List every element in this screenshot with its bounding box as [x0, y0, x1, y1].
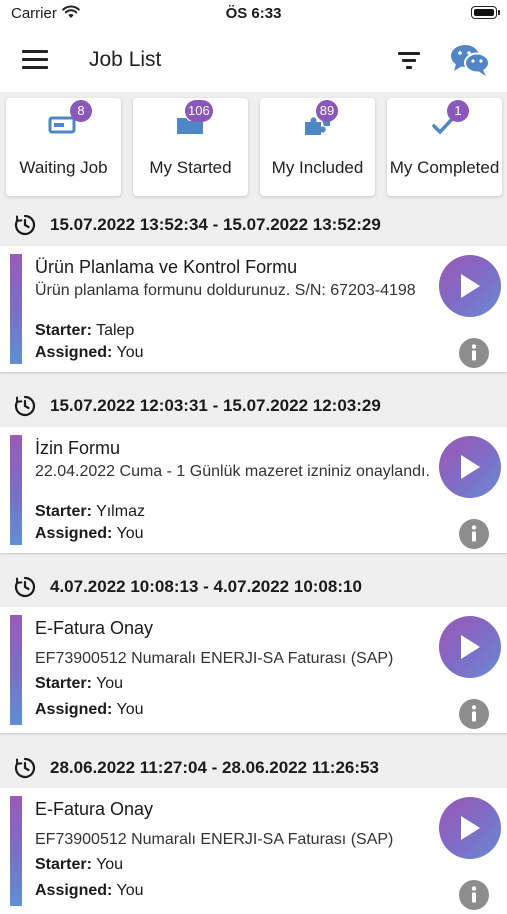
job-color-stripe [10, 796, 22, 906]
info-icon[interactable] [459, 880, 489, 910]
job-title: E-Fatura Onay [35, 799, 154, 819]
job-card[interactable]: İzin Formu 22.04.2022 Cuma - 1 Günlük ma… [0, 427, 507, 553]
tile-waiting-job[interactable]: 8 Waiting Job [6, 98, 121, 196]
info-icon[interactable] [459, 699, 489, 729]
date-range: 28.06.2022 11:27:04 - 28.06.2022 11:26:5… [50, 758, 379, 777]
filter-icon[interactable] [398, 50, 422, 70]
battery-icon [471, 6, 500, 19]
job-title: Ürün Planlama ve Kontrol Formu [35, 257, 298, 277]
date-range: 15.07.2022 12:03:31 - 15.07.2022 12:03:2… [50, 396, 381, 415]
job-description: EF73900512 Numaralı ENERJI-SA Faturası (… [35, 831, 394, 848]
job-title: İzin Formu [35, 438, 121, 458]
timer-icon [14, 214, 36, 236]
job-card[interactable]: Ürün Planlama ve Kontrol Formu Ürün plan… [0, 246, 507, 372]
date-group-header: 4.07.2022 10:08:13 - 4.07.2022 10:08:10 [0, 566, 507, 608]
tile-label-my-completed: My Completed [389, 158, 500, 177]
job-card[interactable]: E-Fatura Onay EF73900512 Numaralı ENERJI… [0, 607, 507, 733]
badge-my-completed: 1 [447, 100, 469, 122]
start-job-button[interactable] [439, 797, 501, 859]
start-job-button[interactable] [439, 436, 501, 498]
job-card[interactable]: E-Fatura Onay EF73900512 Numaralı ENERJI… [0, 788, 507, 914]
tile-label-waiting-job: Waiting Job [19, 158, 108, 177]
tile-label-my-started: My Started [149, 158, 232, 177]
job-assigned: Assigned: You [35, 344, 144, 361]
info-icon[interactable] [459, 519, 489, 549]
job-title: E-Fatura Onay [35, 618, 154, 638]
job-assigned: Assigned: You [35, 525, 144, 542]
job-color-stripe [10, 435, 22, 545]
badge-my-included: 89 [316, 100, 338, 122]
badge-waiting-job: 8 [70, 100, 92, 122]
chat-bubbles-icon[interactable] [450, 43, 490, 77]
job-color-stripe [10, 254, 22, 364]
job-description: Ürün planlama formunu doldurunuz. S/N: 6… [35, 282, 416, 299]
play-icon [461, 455, 480, 479]
play-icon [461, 274, 480, 298]
tile-my-included[interactable]: 89 My Included [260, 98, 375, 196]
tile-my-started[interactable]: 106 My Started [133, 98, 248, 196]
play-icon [461, 635, 480, 659]
job-starter: Starter: You [35, 675, 124, 692]
job-description: EF73900512 Numaralı ENERJI-SA Faturası (… [35, 650, 394, 667]
status-bar: Carrier ÖS 6:33 [0, 0, 507, 28]
timer-icon [14, 576, 36, 598]
date-range: 4.07.2022 10:08:13 - 4.07.2022 10:08:10 [50, 577, 362, 596]
job-color-stripe [10, 615, 22, 725]
page-title: Job List [89, 48, 162, 71]
job-description: 22.04.2022 Cuma - 1 Günlük mazeret iznin… [35, 463, 430, 480]
info-icon[interactable] [459, 338, 489, 368]
hamburger-menu-icon[interactable] [22, 50, 48, 70]
start-job-button[interactable] [439, 255, 501, 317]
clock-time: ÖS 6:33 [225, 5, 282, 22]
timer-icon [14, 395, 36, 417]
job-starter: Starter: Talep [35, 322, 135, 339]
date-group-header: 15.07.2022 13:52:34 - 15.07.2022 13:52:2… [0, 204, 507, 246]
date-group-header: 28.06.2022 11:27:04 - 28.06.2022 11:26:5… [0, 747, 507, 789]
badge-my-started: 106 [185, 100, 213, 122]
app-header: Job List [0, 28, 507, 92]
tile-label-my-included: My Included [271, 158, 364, 177]
job-starter: Starter: Yılmaz [35, 503, 145, 520]
date-range: 15.07.2022 13:52:34 - 15.07.2022 13:52:2… [50, 215, 381, 234]
job-assigned: Assigned: You [35, 882, 144, 899]
job-category-tiles: 8 Waiting Job 106 My Started 89 My Inclu… [0, 92, 507, 202]
job-starter: Starter: You [35, 856, 124, 873]
date-group-header: 15.07.2022 12:03:31 - 15.07.2022 12:03:2… [0, 385, 507, 427]
timer-icon [14, 757, 36, 779]
start-job-button[interactable] [439, 616, 501, 678]
job-assigned: Assigned: You [35, 701, 144, 718]
tile-my-completed[interactable]: 1 My Completed [387, 98, 502, 196]
play-icon [461, 816, 480, 840]
